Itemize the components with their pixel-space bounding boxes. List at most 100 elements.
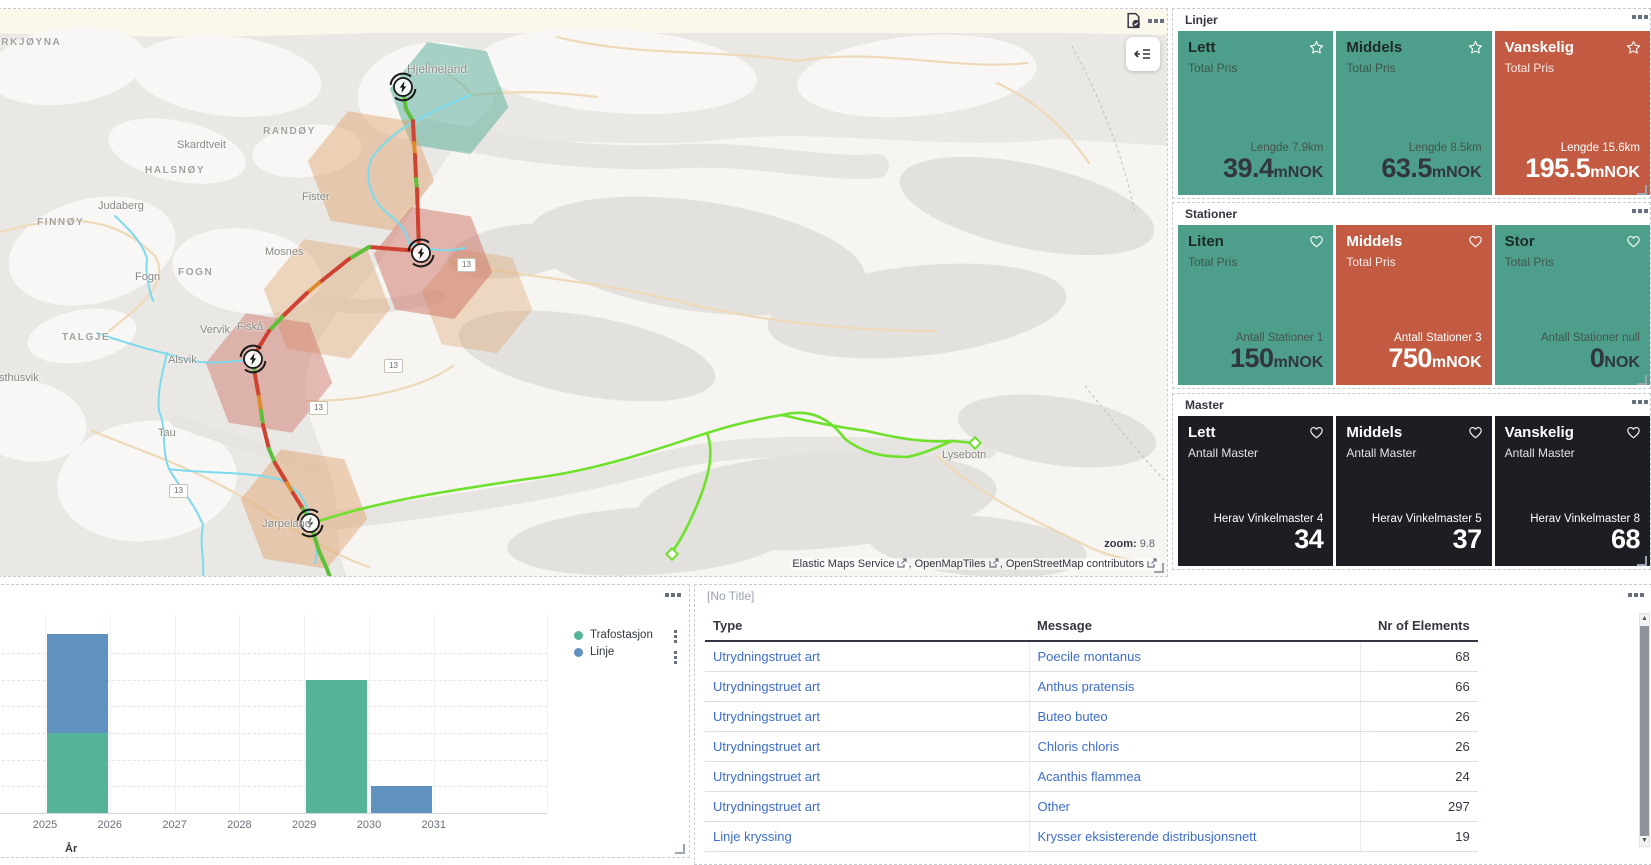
metric-card-subtitle: Total Pris <box>1504 255 1555 269</box>
x-axis-tick-label: 2031 <box>421 819 447 831</box>
heart-icon[interactable] <box>1626 425 1641 440</box>
value-number: 195.5 <box>1525 153 1591 183</box>
panel-resize-handle[interactable] <box>1637 185 1647 195</box>
map-resize-handle[interactable] <box>1154 563 1164 573</box>
road-number-badge: 13 <box>384 359 403 373</box>
chart-panel-menu-icon[interactable] <box>665 593 681 597</box>
legend-item-trafostasjon[interactable]: Trafostasjon <box>574 629 653 641</box>
metric-card-middels[interactable]: Middels Total Pris Lengde 8.5km 63.5mNOK <box>1336 31 1492 195</box>
x-axis-tick-label: 2030 <box>356 819 382 831</box>
heart-toggle[interactable] <box>1309 234 1324 254</box>
star-toggle[interactable] <box>1468 40 1483 60</box>
metric-card-value: 195.5mNOK <box>1505 154 1640 187</box>
metric-card-stor[interactable]: Stor Total Pris Antall Stationer null 0NOK <box>1494 225 1650 385</box>
metric-panel-linjer: Linjer Lett Total Pris Lengde 7.9km 39.4mNOK… <box>1172 8 1651 199</box>
metric-card-vanskelig[interactable]: Vanskelig Antall Master Herav Vinkelmaster… <box>1494 416 1650 566</box>
metric-card-lett[interactable]: Lett Total Pris Lengde 7.9km 39.4mNOK <box>1178 31 1334 195</box>
legend-item-menu-icon[interactable] <box>674 630 677 643</box>
x-axis-tick-label: 2026 <box>97 819 123 831</box>
value-unit: mNOK <box>1273 354 1324 371</box>
star-icon[interactable] <box>1626 40 1641 55</box>
attribution-link[interactable]: OpenMapTiles <box>915 558 986 570</box>
type-link[interactable]: Utrydningstruet art <box>713 739 820 754</box>
scroll-up-icon[interactable]: ▲ <box>1640 614 1649 624</box>
panel-menu-icon[interactable] <box>1632 209 1648 213</box>
panel-resize-handle[interactable] <box>1637 556 1647 566</box>
metric-card-lett[interactable]: Lett Antall Master Herav Vinkelmaster 4 34 <box>1178 416 1334 566</box>
metric-card-subtitle: Total Pris <box>1188 61 1238 75</box>
metric-card-vanskelig[interactable]: Vanskelig Total Pris Lengde 15.6km 195.5mNO… <box>1494 31 1650 195</box>
message-link[interactable]: Buteo buteo <box>1038 709 1108 724</box>
message-cell: Other <box>1029 791 1361 822</box>
map-panel[interactable]: YRKJØYNAHjelmelandRANDØYSkardtveitHALSNØ… <box>0 8 1168 577</box>
collapse-legend-button[interactable] <box>1126 37 1160 71</box>
bar-segment-trafostasjon[interactable] <box>305 679 368 813</box>
attribution-link[interactable]: OpenStreetMap contributors <box>1006 558 1144 570</box>
type-link[interactable]: Utrydningstruet art <box>713 769 820 784</box>
heart-icon[interactable] <box>1309 234 1324 249</box>
type-link[interactable]: Utrydningstruet art <box>713 799 820 814</box>
attribution-link[interactable]: Elastic Maps Service <box>792 558 894 570</box>
table-panel-title: [No Title] <box>707 589 755 603</box>
table-header-row: Type Message Nr of Elements <box>705 611 1478 642</box>
heart-toggle[interactable] <box>1468 425 1483 445</box>
table-panel-menu-icon[interactable] <box>1628 593 1644 597</box>
legend-item-linje[interactable]: Linje <box>574 646 653 658</box>
metric-card-subtitle: Total Pris <box>1346 255 1396 269</box>
road-number-badge: 13 <box>309 401 328 415</box>
legend-item-menu-icon[interactable] <box>674 651 677 664</box>
bar-segment-trafostasjon[interactable] <box>46 732 109 813</box>
star-icon[interactable] <box>1468 40 1483 55</box>
message-link[interactable]: Anthus pratensis <box>1038 679 1135 694</box>
panel-menu-icon[interactable] <box>1632 400 1648 404</box>
table-row: Utrydningstruet art Buteo buteo 26 <box>705 701 1478 732</box>
heart-icon[interactable] <box>1468 234 1483 249</box>
message-link[interactable]: Poecile montanus <box>1038 649 1141 664</box>
metric-card-middels[interactable]: Middels Antall Master Herav Vinkelmaster 5… <box>1336 416 1492 566</box>
panel-menu-icon[interactable] <box>1632 15 1648 19</box>
table-scrollbar[interactable]: ▲ ▼ <box>1639 613 1650 847</box>
scrollbar-thumb[interactable] <box>1640 626 1649 836</box>
metric-card-subtitle: Antall Master <box>1346 446 1417 460</box>
data-table: Type Message Nr of Elements Utrydningstrue… <box>705 611 1478 852</box>
table-panel: [No Title] Type Message Nr of Elements Utr… <box>694 584 1651 865</box>
type-link[interactable]: Utrydningstruet art <box>713 679 820 694</box>
panel-resize-handle[interactable] <box>1637 375 1647 385</box>
bar-segment-linje[interactable] <box>46 634 109 733</box>
scroll-down-icon[interactable]: ▼ <box>1640 836 1649 846</box>
star-icon[interactable] <box>1309 40 1324 55</box>
type-link[interactable]: Utrydningstruet art <box>713 709 820 724</box>
bar-segment-linje[interactable] <box>370 786 433 813</box>
metric-card-middels[interactable]: Middels Total Pris Antall Stationer 3 750mN… <box>1336 225 1492 385</box>
metric-card-liten[interactable]: Liten Total Pris Antall Stationer 1 150mNOK <box>1178 225 1334 385</box>
heart-toggle[interactable] <box>1468 234 1483 254</box>
metric-cards-row: Liten Total Pris Antall Stationer 1 150mNOK… <box>1173 225 1650 385</box>
heart-icon[interactable] <box>1626 234 1641 249</box>
heart-toggle[interactable] <box>1626 425 1641 445</box>
star-toggle[interactable] <box>1626 40 1641 60</box>
column-header-nr-of-elements[interactable]: Nr of Elements <box>1360 611 1478 642</box>
chart-resize-handle[interactable] <box>675 844 685 854</box>
column-header-message[interactable]: Message <box>1029 611 1360 642</box>
table-row: Linje kryssing Krysser eksisterende distr… <box>705 821 1478 852</box>
external-link-icon <box>897 558 908 568</box>
type-link[interactable]: Linje kryssing <box>713 829 792 844</box>
message-link[interactable]: Chloris chloris <box>1038 739 1120 754</box>
message-link[interactable]: Other <box>1038 799 1071 814</box>
type-link[interactable]: Utrydningstruet art <box>713 649 820 664</box>
heart-icon[interactable] <box>1468 425 1483 440</box>
type-cell: Linje kryssing <box>705 821 1030 852</box>
heart-toggle[interactable] <box>1309 425 1324 445</box>
heart-icon[interactable] <box>1309 425 1324 440</box>
map-panel-menu-icon[interactable] <box>1148 18 1164 23</box>
message-link[interactable]: Krysser eksisterende distribusjonsnett <box>1038 829 1257 844</box>
metric-card-value: 68 <box>1505 525 1641 558</box>
count-cell: 26 <box>1360 731 1478 762</box>
star-toggle[interactable] <box>1309 40 1324 60</box>
heart-toggle[interactable] <box>1626 234 1641 254</box>
message-link[interactable]: Acanthis flammea <box>1038 769 1141 784</box>
metric-card-title: Stor <box>1504 233 1535 250</box>
column-header-type[interactable]: Type <box>705 611 1029 642</box>
document-check-icon[interactable] <box>1125 12 1142 29</box>
metric-panel-title: Master <box>1185 398 1224 412</box>
